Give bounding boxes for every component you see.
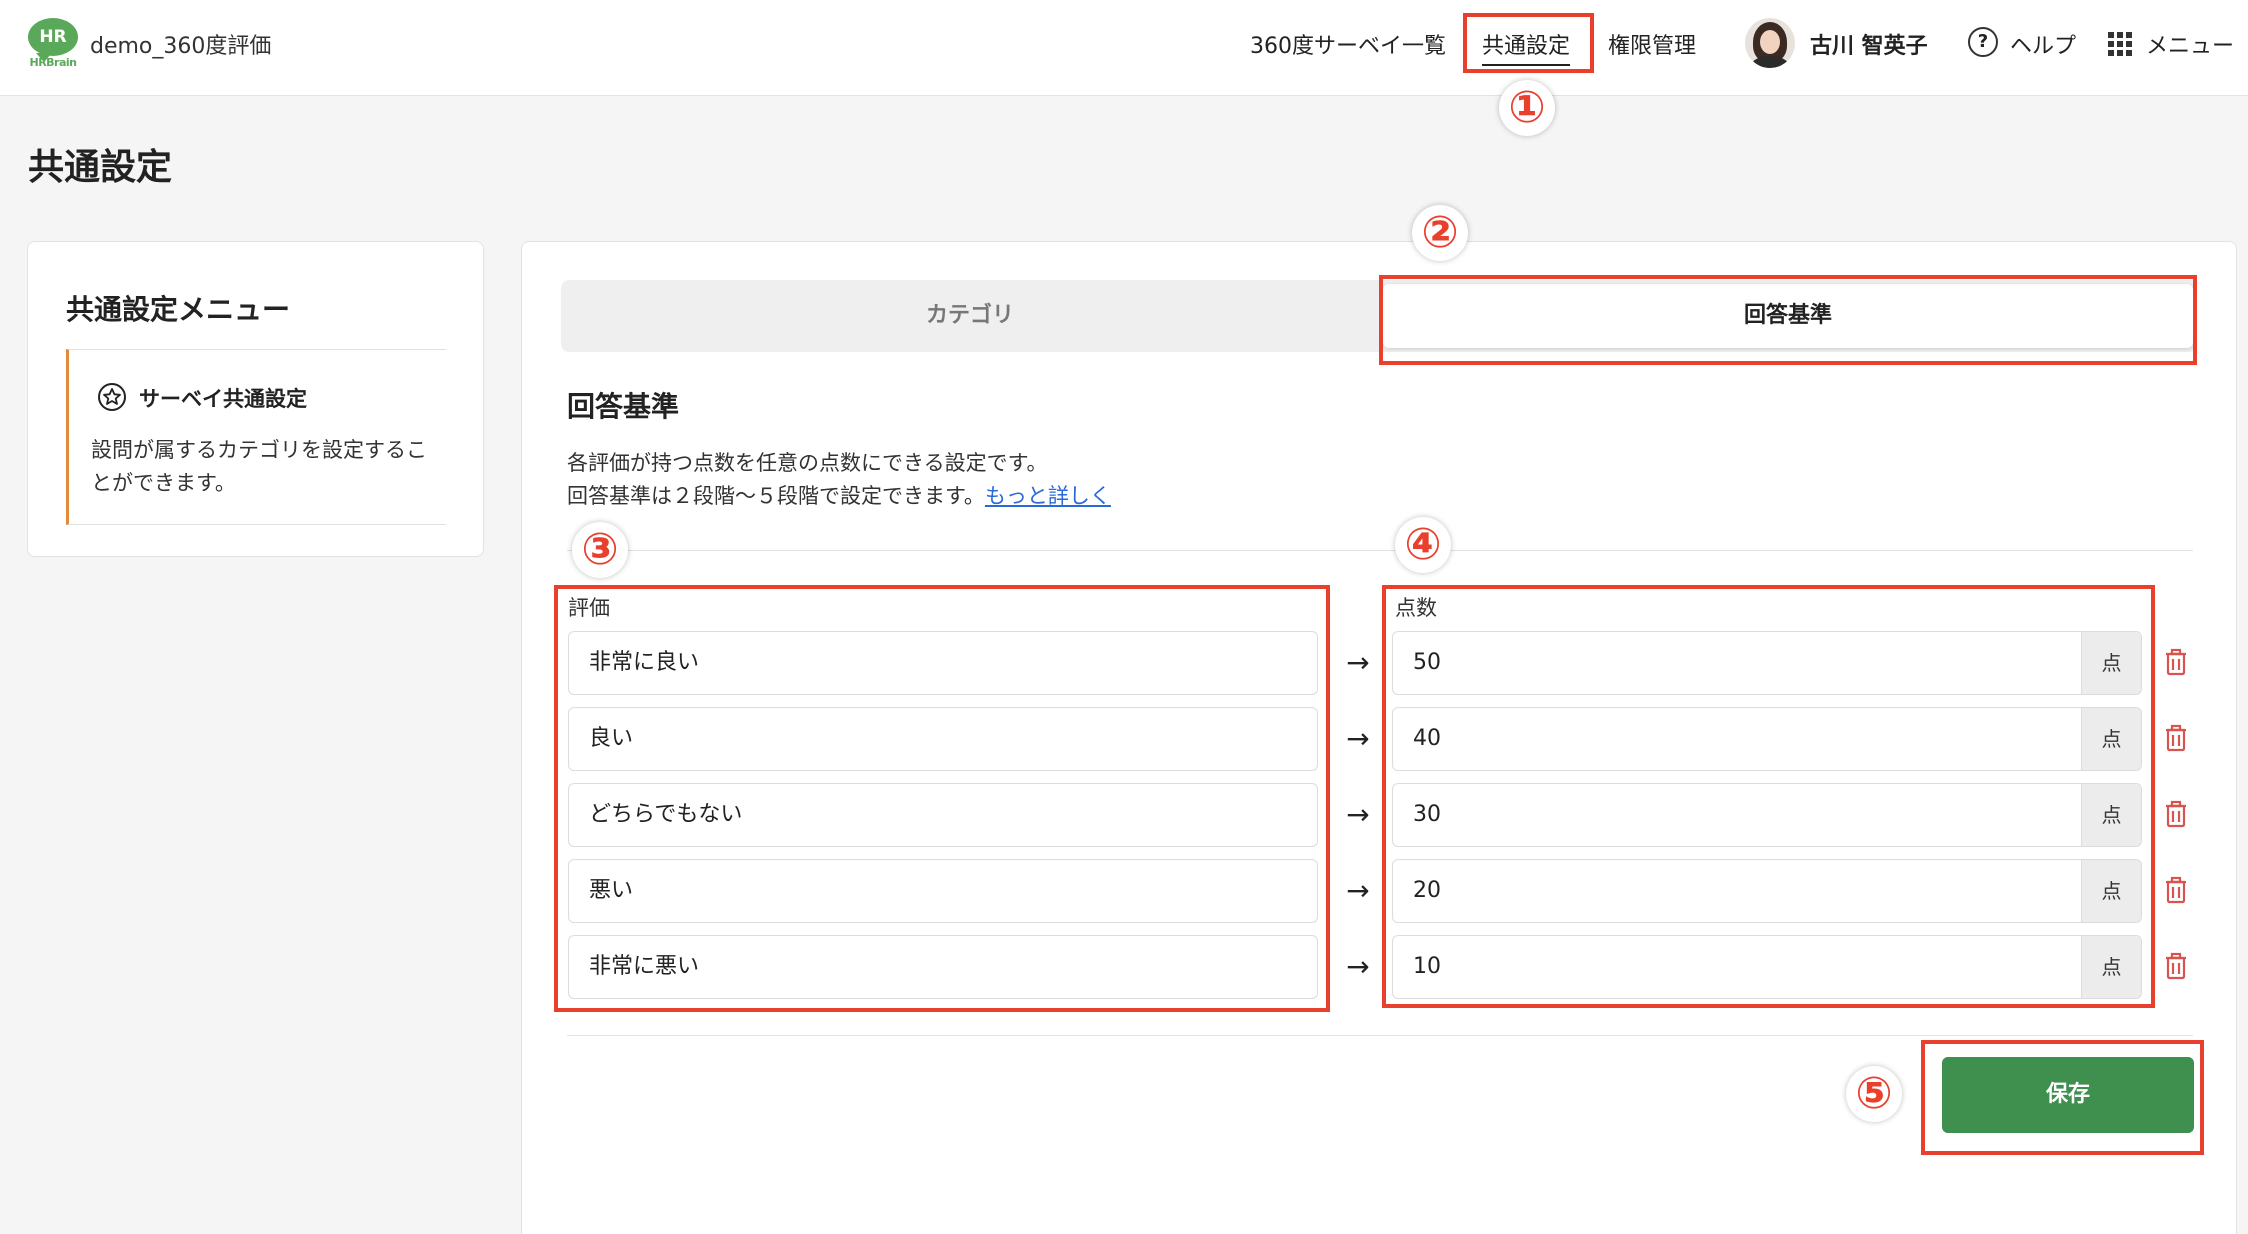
nav-survey-list[interactable]: 360度サーベイ一覧: [1250, 28, 1446, 60]
annotation-box-5: [1921, 1040, 2204, 1155]
arrow-right-icon: →: [1346, 646, 1370, 679]
annotation-box-2: [1379, 275, 2197, 365]
annotation-marker-4: ④: [1395, 517, 1451, 573]
annotation-box-4: [1382, 585, 2155, 1008]
divider: [567, 550, 2193, 551]
app-header: HR HRBrain demo_360度評価 360度サーベイ一覧 共通設定 権…: [0, 0, 2248, 96]
arrow-right-icon: →: [1346, 950, 1370, 983]
divider: [567, 1035, 2193, 1036]
org-name: demo_360度評価: [90, 34, 272, 59]
user-avatar[interactable]: [1745, 18, 1795, 68]
more-details-link[interactable]: もっと詳しく: [985, 484, 1111, 508]
page-title: 共通設定: [28, 147, 173, 188]
logo-text: HRBrain: [29, 56, 77, 69]
menu-link[interactable]: メニュー: [2146, 28, 2234, 60]
settings-sidebar: 共通設定メニュー サーベイ共通設定 設問が属するカテゴリを設定することができます…: [27, 241, 484, 557]
user-name[interactable]: 古川 智英子: [1810, 28, 1928, 60]
sidebar-item-survey-settings[interactable]: サーベイ共通設定 設問が属するカテゴリを設定することができます。: [66, 349, 446, 525]
tab-category[interactable]: カテゴリ: [561, 280, 1379, 352]
sidebar-item-label: サーベイ共通設定: [139, 387, 307, 411]
section-title: 回答基準: [567, 390, 680, 423]
arrow-right-icon: →: [1346, 874, 1370, 907]
help-icon[interactable]: ?: [1968, 27, 1998, 57]
trash-icon[interactable]: [2162, 935, 2190, 999]
grid-menu-icon[interactable]: [2108, 32, 2132, 56]
annotation-marker-2: ②: [1412, 205, 1468, 261]
desc-line-1: 各評価が持つ点数を任意の点数にできる設定です。: [567, 451, 1048, 475]
hrbrain-logo[interactable]: HR HRBrain: [26, 16, 80, 70]
star-badge-icon: [98, 383, 126, 411]
help-link[interactable]: ヘルプ: [2010, 28, 2076, 60]
desc-line-2: 回答基準は２段階〜５段階で設定できます。: [567, 484, 985, 508]
annotation-box-1: [1463, 13, 1594, 73]
trash-icon[interactable]: [2162, 783, 2190, 847]
annotation-marker-5: ⑤: [1846, 1066, 1902, 1122]
sidebar-title: 共通設定メニュー: [66, 293, 291, 326]
logo-mark: HR: [28, 18, 78, 62]
annotation-box-3: [554, 585, 1330, 1012]
annotation-marker-3: ③: [572, 522, 628, 578]
trash-icon[interactable]: [2162, 631, 2190, 695]
section-description: 各評価が持つ点数を任意の点数にできる設定です。 回答基準は２段階〜５段階で設定で…: [567, 447, 1111, 513]
trash-icon[interactable]: [2162, 859, 2190, 923]
sidebar-item-desc: 設問が属するカテゴリを設定することができます。: [91, 438, 427, 495]
arrow-right-icon: →: [1346, 798, 1370, 831]
nav-permissions[interactable]: 権限管理: [1608, 28, 1696, 60]
trash-icon[interactable]: [2162, 707, 2190, 771]
arrow-right-icon: →: [1346, 722, 1370, 755]
annotation-marker-1: ①: [1499, 80, 1555, 136]
